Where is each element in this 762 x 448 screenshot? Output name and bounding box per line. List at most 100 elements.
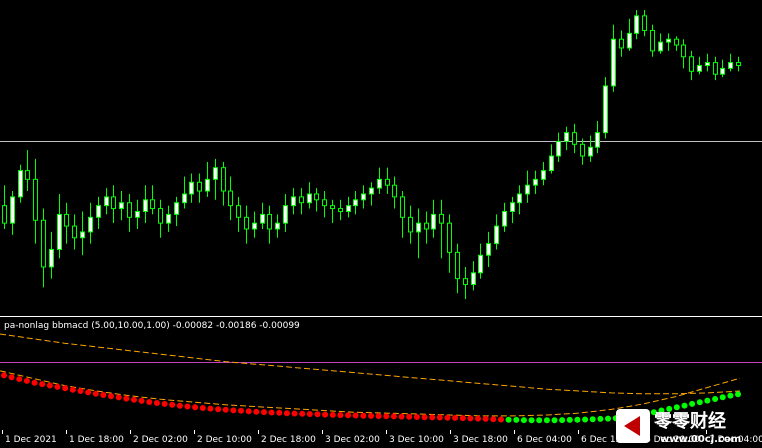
candle-body [267, 213, 272, 230]
x-tick-label: 3 Dec 10:00 [389, 435, 444, 445]
candle-body [580, 143, 585, 157]
candle-body [244, 216, 249, 230]
indicator-title: pa-nonlag bbmacd (5.00,10.00,1.00) -0.00… [4, 321, 300, 331]
x-tick-label: 1 Dec 2021 [5, 435, 57, 445]
macd-dot-down [467, 415, 474, 422]
macd-dot-down [222, 406, 229, 413]
macd-dot-down [413, 414, 420, 420]
macd-dot-down [406, 413, 413, 420]
macd-dot-up [712, 396, 719, 402]
candle-body [463, 278, 468, 285]
candle-body [595, 132, 600, 148]
candle-body [252, 222, 257, 230]
macd-dot-up [513, 416, 520, 423]
candle-body [64, 213, 69, 227]
macd-dot-down [490, 416, 497, 423]
candle-body [502, 210, 507, 227]
macd-dot-up [605, 415, 611, 422]
macd-dot-down [329, 411, 336, 418]
candle-body [41, 219, 46, 268]
x-tick-label: 3 Dec 02:00 [325, 435, 380, 445]
candle-body [111, 196, 116, 210]
macd-dot-down [176, 402, 183, 409]
candle-body [510, 202, 515, 212]
candle-body [377, 178, 382, 189]
candle-body [88, 216, 93, 233]
candle-body [182, 193, 187, 204]
candle-body [338, 208, 343, 212]
macd-dot-down [54, 383, 61, 390]
macd-dot-down [398, 413, 405, 420]
candle-body [478, 254, 483, 274]
candle-body [228, 190, 233, 207]
macd-dot-down [390, 413, 397, 420]
macd-dot-down [153, 400, 160, 406]
candle-body [158, 208, 163, 224]
candle-body [713, 62, 718, 75]
candle-body [588, 146, 593, 157]
candle-body [603, 85, 608, 134]
candle-body [150, 199, 155, 210]
macd-dot-down [360, 412, 367, 419]
candle-body [634, 15, 639, 34]
x-tick-label: 2 Dec 02:00 [133, 435, 188, 445]
macd-dot-down [1, 372, 7, 379]
x-tick-label: 6 Dec 04:00 [517, 435, 572, 445]
candle-body [439, 213, 444, 224]
candle-body [166, 213, 171, 224]
candle-body [658, 41, 663, 52]
macd-dot-up [528, 417, 535, 424]
candle-body [119, 202, 124, 210]
candle-body [689, 56, 694, 72]
macd-dot-down [352, 412, 359, 419]
candle-body [541, 170, 546, 180]
macd-dot-down [39, 381, 46, 388]
macd-dot-down [215, 406, 222, 413]
macd-dot-up [597, 415, 604, 422]
macd-dot-down [92, 390, 99, 397]
macd-dot-down [108, 393, 114, 400]
candle-body [525, 184, 530, 195]
macd-dot-down [261, 409, 267, 416]
x-tick-label: 3 Dec 18:00 [453, 435, 508, 445]
candle-body [96, 205, 101, 218]
macd-dot-up [559, 417, 566, 424]
candle-body [720, 67, 725, 75]
candle-body [189, 181, 194, 195]
candle-body [33, 178, 38, 221]
watermark-brand: 零零财经 [653, 410, 726, 432]
candle-body [666, 38, 671, 43]
macd-dot-down [253, 408, 260, 415]
candle-body [627, 32, 632, 49]
macd-dot-up [574, 416, 581, 423]
watermark: 零零财经 www.00cj.com [616, 409, 741, 445]
macd-dot-down [452, 414, 459, 421]
candle-body [197, 181, 202, 192]
candle-body [494, 225, 499, 245]
candle-body [307, 193, 312, 204]
candle-body [736, 62, 741, 66]
macd-dot-down [368, 412, 374, 419]
candle-body [174, 202, 179, 215]
macd-dot-down [131, 396, 137, 403]
candle-body [135, 210, 140, 218]
macd-dot-down [436, 414, 443, 421]
macd-dot-down [31, 379, 38, 386]
candle-body [486, 243, 491, 256]
candle-body [221, 167, 226, 192]
candle-body [705, 62, 710, 66]
macd-dot-down [62, 385, 69, 392]
macd-dot-down [69, 386, 76, 393]
price-chart: pa-nonlag bbmacd (5.00,10.00,1.00) -0.00… [0, 0, 762, 448]
candle-body [291, 196, 296, 207]
candle-body [619, 38, 624, 49]
macd-dot-down [421, 414, 428, 421]
macd-dot-up [727, 392, 734, 399]
candle-body [25, 170, 30, 180]
macd-dot-up [719, 394, 726, 401]
candle-body [10, 196, 15, 224]
macd-dot-down [337, 412, 344, 419]
candle-body [650, 29, 655, 52]
candle-body [549, 155, 554, 172]
macd-dot-down [383, 413, 390, 420]
